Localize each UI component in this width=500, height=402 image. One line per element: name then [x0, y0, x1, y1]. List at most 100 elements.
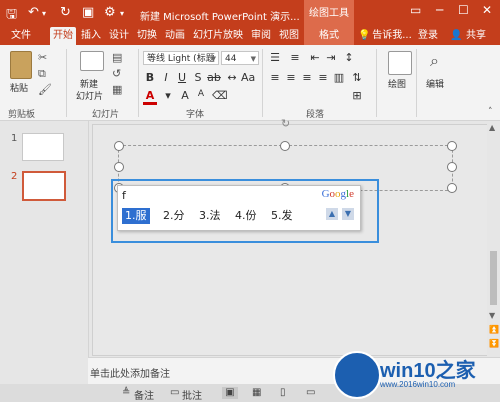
- format-painter-icon[interactable]: 🖌: [38, 83, 52, 96]
- tab-design[interactable]: 设计: [106, 27, 132, 45]
- reading-view-icon[interactable]: ▯: [280, 387, 286, 398]
- notes-toggle[interactable]: 备注: [134, 387, 154, 402]
- comments-toggle[interactable]: 批注: [182, 387, 202, 402]
- text-direction-icon[interactable]: ⇅: [350, 71, 364, 84]
- ime-candidate-2[interactable]: 2.分: [160, 208, 188, 224]
- justify-icon[interactable]: ≡: [316, 71, 330, 84]
- shrink-font-icon[interactable]: A: [194, 89, 208, 99]
- tab-file[interactable]: 文件: [4, 27, 38, 45]
- notes-icon[interactable]: ≜: [122, 387, 130, 398]
- collapse-ribbon-icon[interactable]: ˄: [488, 107, 493, 117]
- increase-indent-icon[interactable]: ⇥: [324, 51, 338, 64]
- tab-transitions[interactable]: 切换: [134, 27, 160, 45]
- tab-review[interactable]: 审阅: [248, 27, 274, 45]
- slide-thumbnail[interactable]: [22, 133, 64, 161]
- resize-handle[interactable]: [447, 183, 457, 193]
- paste-icon[interactable]: [10, 51, 32, 79]
- normal-view-icon[interactable]: ▣: [222, 387, 238, 399]
- tell-me-input[interactable]: 告诉我...: [370, 27, 414, 45]
- editing-label[interactable]: 编辑: [426, 77, 444, 90]
- undo-icon[interactable]: ↶: [28, 5, 39, 20]
- smartart-icon[interactable]: ⊞: [350, 89, 364, 102]
- present-icon[interactable]: ▣: [82, 5, 94, 20]
- login-link[interactable]: 登录: [416, 27, 440, 45]
- ime-candidate-window: f Google 1.服 2.分 3.法 4.份 5.发 ▲ ▼: [117, 185, 361, 231]
- window-title: 新建 Microsoft PowerPoint 演示...: [140, 12, 300, 23]
- strikethrough-icon[interactable]: ab: [207, 71, 221, 84]
- cut-icon[interactable]: ✂: [38, 51, 47, 64]
- next-slide-icon[interactable]: ⏬: [489, 339, 499, 348]
- save-icon[interactable]: 🖫: [6, 5, 17, 27]
- ime-candidate-5[interactable]: 5.发: [268, 208, 296, 224]
- shapes-icon[interactable]: [388, 51, 412, 75]
- ribbon: 粘贴 ✂ ⧉ 🖌 剪贴板 新建 幻灯片 ▤ ↺ ▦ 幻灯片 等线 Light (…: [0, 45, 500, 121]
- new-slide-label-2[interactable]: 幻灯片: [76, 89, 103, 102]
- page-down-icon[interactable]: ▼: [342, 208, 354, 220]
- ime-candidate-1[interactable]: 1.服: [122, 208, 150, 224]
- grow-font-icon[interactable]: A: [178, 89, 192, 102]
- clear-format-icon[interactable]: ⌫: [212, 89, 228, 102]
- layout-icon[interactable]: ▤: [112, 51, 122, 64]
- tab-view[interactable]: 视图: [276, 27, 302, 45]
- bullets-icon[interactable]: ☰: [268, 51, 282, 64]
- shadow-icon[interactable]: S: [191, 71, 205, 84]
- prev-slide-icon[interactable]: ⏫: [489, 325, 499, 334]
- section-icon[interactable]: ▦: [112, 83, 122, 96]
- underline-icon[interactable]: U: [175, 71, 189, 84]
- align-center-icon[interactable]: ≡: [284, 71, 298, 84]
- resize-handle[interactable]: [114, 162, 124, 172]
- tab-slideshow[interactable]: 幻灯片放映: [190, 27, 246, 45]
- tab-animations[interactable]: 动画: [162, 27, 188, 45]
- redo-icon[interactable]: ↻: [60, 5, 71, 20]
- paste-label[interactable]: 粘贴: [10, 81, 28, 94]
- reset-icon[interactable]: ↺: [112, 67, 121, 80]
- maximize-button[interactable]: ☐: [458, 3, 469, 17]
- undo-dropdown-icon[interactable]: ▾: [42, 9, 46, 18]
- align-right-icon[interactable]: ≡: [300, 71, 314, 84]
- ime-candidate-3[interactable]: 3.法: [196, 208, 224, 224]
- notes-placeholder[interactable]: 单击此处添加备注: [90, 365, 170, 380]
- char-spacing-icon[interactable]: ↔: [225, 71, 239, 84]
- tab-insert[interactable]: 插入: [78, 27, 104, 45]
- font-color-icon[interactable]: A: [143, 89, 157, 105]
- italic-icon[interactable]: I: [159, 71, 173, 84]
- align-left-icon[interactable]: ≡: [268, 71, 282, 84]
- scroll-up-icon[interactable]: ▲: [489, 123, 495, 132]
- drawing-label[interactable]: 绘图: [388, 77, 406, 90]
- ribbon-display-icon[interactable]: ▭: [410, 3, 421, 17]
- slide-thumbnail-selected[interactable]: [22, 171, 66, 201]
- tab-home[interactable]: 开始: [50, 27, 76, 45]
- resize-handle[interactable]: [114, 141, 124, 151]
- slide-sorter-icon[interactable]: ▦: [252, 387, 261, 398]
- change-case-icon[interactable]: Aa: [241, 71, 255, 84]
- resize-handle[interactable]: [447, 162, 457, 172]
- divider: [262, 49, 263, 117]
- scroll-down-icon[interactable]: ▼: [489, 311, 495, 320]
- close-button[interactable]: ✕: [482, 3, 492, 17]
- font-name-combo[interactable]: 等线 Light (标题 ▼: [143, 51, 219, 65]
- bold-icon[interactable]: B: [143, 71, 157, 84]
- tab-format[interactable]: 格式: [304, 27, 354, 45]
- line-spacing-icon[interactable]: ↕: [342, 51, 356, 64]
- share-button[interactable]: 共享: [462, 27, 490, 45]
- scrollbar-thumb[interactable]: [490, 251, 497, 305]
- slideshow-icon[interactable]: ▭: [306, 387, 315, 398]
- numbering-icon[interactable]: ≡: [288, 51, 302, 64]
- page-up-icon[interactable]: ▲: [326, 208, 338, 220]
- minimize-button[interactable]: ─: [436, 3, 443, 17]
- search-icon[interactable]: ⌕: [430, 51, 439, 71]
- new-slide-icon[interactable]: [80, 51, 104, 71]
- resize-handle[interactable]: [447, 141, 457, 151]
- decrease-indent-icon[interactable]: ⇤: [308, 51, 322, 64]
- vertical-scrollbar[interactable]: ▲ ▼ ⏫ ⏬: [487, 121, 500, 357]
- columns-icon[interactable]: ▥: [332, 71, 346, 84]
- ime-candidate-4[interactable]: 4.份: [232, 208, 260, 224]
- font-color-dropdown-icon[interactable]: ▾: [161, 89, 175, 102]
- resize-handle[interactable]: [280, 141, 290, 151]
- customize-qat-icon[interactable]: ⚙: [104, 5, 116, 20]
- rotate-handle-icon[interactable]: ↻: [281, 117, 290, 130]
- font-size-combo[interactable]: 44 ▼: [221, 51, 259, 65]
- comments-icon[interactable]: ▭: [170, 387, 179, 398]
- qat-dropdown-icon[interactable]: ▾: [120, 9, 124, 18]
- copy-icon[interactable]: ⧉: [38, 67, 46, 81]
